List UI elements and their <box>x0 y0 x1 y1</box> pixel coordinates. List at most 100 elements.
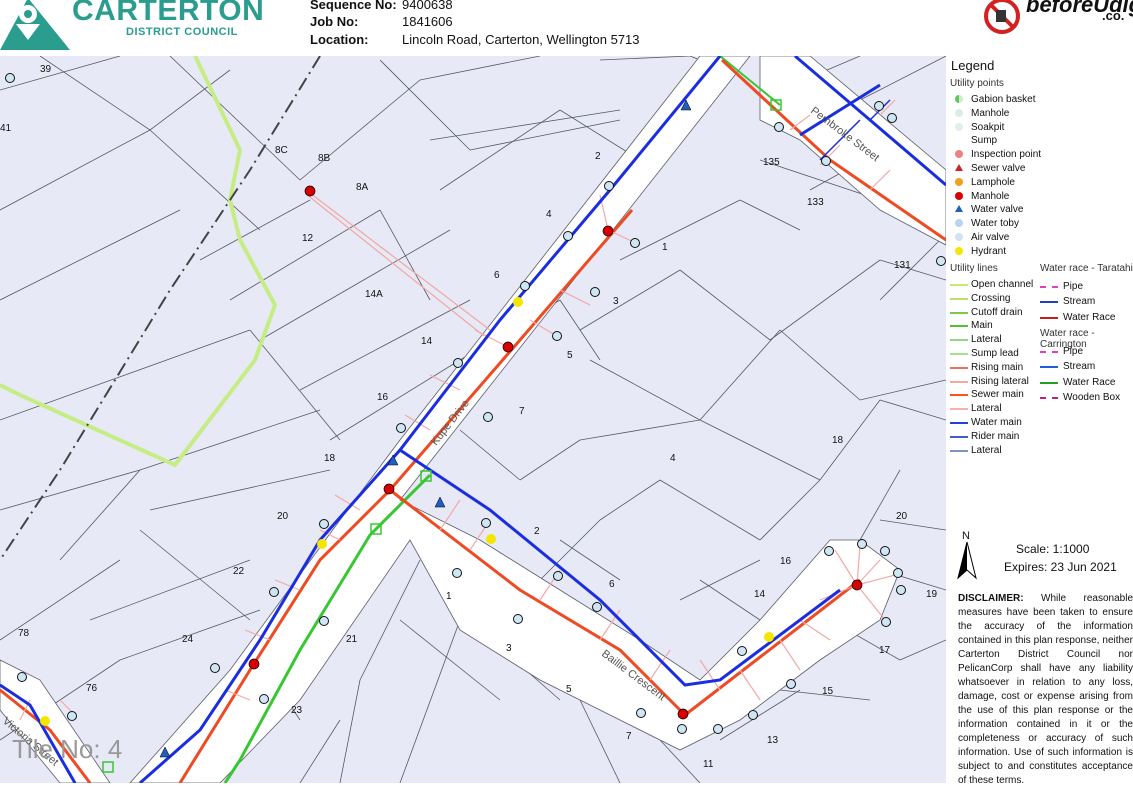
no-dig-icon <box>984 0 1020 34</box>
lot-7: 7 <box>519 406 525 417</box>
beforeudig-domain: .co. <box>1102 8 1125 23</box>
lot-23: 23 <box>291 705 303 716</box>
lot-78: 78 <box>18 628 30 639</box>
legend-point-label: Water toby <box>971 218 1019 230</box>
legend-line-label: Rising main <box>971 361 1024 373</box>
legend-point-label: Soakpit <box>971 121 1005 133</box>
lot-11: 11 <box>703 759 714 770</box>
sequence-value: 9400638 <box>402 0 453 12</box>
north-arrow: N <box>956 530 978 582</box>
lot-133: 133 <box>807 197 824 208</box>
legend-line-label: Lateral <box>971 444 1002 456</box>
lot-131: 131 <box>894 260 911 271</box>
council-logo: CARTERTON DISTRICT COUNCIL <box>0 0 264 54</box>
legend-point-symbol <box>955 122 963 131</box>
header: CARTERTON DISTRICT COUNCIL Sequence No: … <box>0 0 1133 56</box>
sequence-label: Sequence No: <box>310 0 397 12</box>
water-race-taratahi-heading: Water race - Taratahi <box>1040 263 1133 274</box>
legend-race-label: Wooden Box <box>1063 391 1121 403</box>
lot-4: 4 <box>546 209 552 220</box>
lot-14b: 14 <box>754 589 766 600</box>
legend-line-swatch <box>950 297 968 300</box>
legend-title: Legend <box>951 58 995 73</box>
legend-race-label: Water Race <box>1063 311 1116 323</box>
job-value: 1841606 <box>402 14 453 29</box>
map-expiry: Expires: 23 Jun 2021 <box>1004 560 1117 574</box>
legend-line-swatch <box>950 422 968 424</box>
legend-line-label: Open channel <box>971 279 1034 290</box>
disclaimer-heading: DISCLAIMER: <box>958 593 1024 604</box>
legend-point-symbol <box>955 191 963 200</box>
legend-line-label: Main <box>971 320 993 332</box>
open-channel-lines <box>0 56 491 561</box>
legend-point-symbol <box>955 95 963 103</box>
legend-point-label: Inspection point <box>971 149 1042 161</box>
lot-14a: 14A <box>365 289 383 300</box>
legend-line-label: Sewer main <box>971 389 1024 401</box>
job-label: Job No: <box>310 14 359 29</box>
location-value: Lincoln Road, Carterton, Wellington 5713 <box>402 32 640 47</box>
lot-19: 19 <box>926 589 938 600</box>
tile-number: Tile No: 4 <box>12 734 123 764</box>
lot-20b: 20 <box>896 511 908 522</box>
parcel-boundaries <box>0 56 946 783</box>
legend-line-label: Cutoff drain <box>971 306 1023 318</box>
lot-18: 18 <box>324 453 336 464</box>
legend-point-symbol <box>955 205 963 213</box>
legend-race-swatch <box>1040 286 1058 288</box>
lot-7b: 7 <box>626 731 632 742</box>
lot-5b: 5 <box>566 684 572 695</box>
utility-points-heading: Utility points <box>950 78 1004 89</box>
water-race-carrington-heading: Water race - Carrington <box>1040 328 1095 350</box>
lot-16b: 16 <box>780 556 792 567</box>
lot-17: 17 <box>879 645 891 656</box>
road-corridors <box>0 56 946 783</box>
legend-point-symbol <box>955 136 963 144</box>
lot-6: 6 <box>494 270 500 281</box>
legend-point-label: Lamphole <box>971 176 1015 188</box>
legend-line-swatch <box>950 284 968 286</box>
legend-line-swatch <box>950 353 968 355</box>
north-arrow-icon <box>957 542 977 580</box>
legend-race-swatch <box>1040 351 1058 353</box>
legend-line-label: Water main <box>971 417 1022 428</box>
map-canvas[interactable]: 39 41 8C 8B 8A 12 14A 14 16 18 20 22 24 … <box>0 56 946 783</box>
lot-6b: 6 <box>609 579 615 590</box>
legend-race-swatch <box>1040 316 1058 319</box>
legend-point-symbol <box>955 150 963 159</box>
lot-39: 39 <box>40 64 52 75</box>
legend-line-swatch <box>950 394 968 397</box>
legend-line-swatch <box>950 449 968 452</box>
lot-76: 76 <box>86 683 98 694</box>
legend-line-swatch <box>950 311 968 314</box>
legend-line-swatch <box>950 435 968 438</box>
legend-line-label: Rising lateral <box>971 375 1029 387</box>
lot-22: 22 <box>233 566 245 577</box>
lot-41: 41 <box>0 123 12 134</box>
legend-race-label: Pipe <box>1063 281 1084 292</box>
north-label: N <box>962 530 970 542</box>
legend-line-label: Sump lead <box>971 348 1019 359</box>
legend-line-swatch <box>950 408 968 411</box>
lot-21: 21 <box>346 634 358 645</box>
location-label: Location: <box>310 32 369 47</box>
lot-3b: 3 <box>506 643 512 654</box>
legend-point-symbol <box>955 219 963 228</box>
legend-race-label: Water Race <box>1063 376 1116 388</box>
lot-13: 13 <box>767 735 779 746</box>
legend-line-label: Lateral <box>971 334 1002 346</box>
utility-map[interactable]: 39 41 8C 8B 8A 12 14A 14 16 18 20 22 24 … <box>0 56 946 783</box>
utility-lines-heading: Utility lines <box>950 263 998 274</box>
lot-8c: 8C <box>275 145 288 156</box>
lot-20: 20 <box>277 511 289 522</box>
map-scale: Scale: 1:1000 <box>1016 542 1090 556</box>
council-logo-icon <box>0 0 70 50</box>
legend-point-label: Hydrant <box>971 245 1007 257</box>
lot-2b: 2 <box>534 526 540 537</box>
legend-race-label: Stream <box>1063 361 1096 373</box>
legend-line-label: Rider main <box>971 430 1020 442</box>
legend-point-label: Gabion basket <box>971 94 1036 105</box>
lot-14: 14 <box>421 336 433 347</box>
legend-race-label: Stream <box>1063 296 1096 308</box>
legend-line-label: Crossing <box>971 292 1011 304</box>
